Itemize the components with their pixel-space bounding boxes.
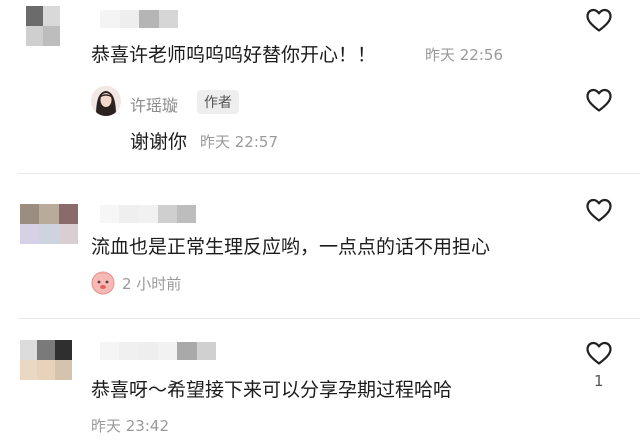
- username-blurred[interactable]: [100, 205, 196, 223]
- comment-time: 2 小时前: [122, 275, 182, 293]
- avatar[interactable]: [20, 340, 72, 380]
- divider: [18, 173, 640, 174]
- comment-time: 昨天 22:56: [425, 46, 503, 64]
- pink-sticker-icon: [91, 271, 115, 295]
- like-heart-icon[interactable]: [585, 7, 613, 33]
- like-heart-icon[interactable]: [585, 87, 613, 113]
- reply-time: 昨天 22:57: [200, 133, 278, 151]
- comment-text: 恭喜呀～希望接下来可以分享孕期过程哈哈: [91, 379, 453, 401]
- divider: [18, 318, 640, 319]
- author-name[interactable]: 许瑶璇: [130, 92, 178, 116]
- comment-text: 流血也是正常生理反应哟，一点点的话不用担心: [91, 236, 491, 258]
- comment-time: 昨天 23:42: [91, 417, 169, 435]
- comment-text: 恭喜许老师呜呜呜好替你开心！！: [91, 44, 377, 66]
- like-heart-icon[interactable]: [585, 340, 613, 366]
- like-heart-icon[interactable]: [585, 197, 613, 223]
- avatar[interactable]: [26, 6, 60, 46]
- username-blurred[interactable]: [100, 342, 216, 360]
- author-avatar[interactable]: [91, 86, 121, 116]
- portrait-icon: [91, 86, 121, 116]
- author-badge: 作者: [197, 90, 239, 114]
- avatar[interactable]: [20, 204, 78, 244]
- username-blurred[interactable]: [100, 10, 178, 28]
- reply-text: 谢谢你: [130, 131, 188, 153]
- like-count: 1: [594, 372, 604, 390]
